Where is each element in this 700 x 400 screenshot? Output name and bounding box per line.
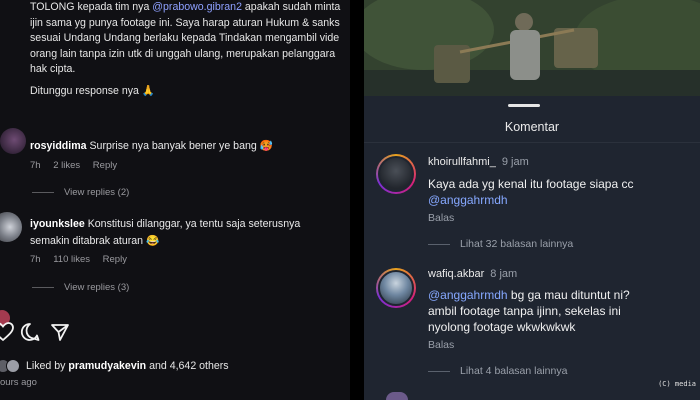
comment-body-line3: nyolong footage wkwkwkwk [428, 320, 576, 334]
avatar[interactable] [0, 212, 22, 242]
avatar-image [378, 270, 414, 306]
replies-dash [428, 370, 450, 372]
drag-handle[interactable] [508, 104, 540, 107]
caption-line: TOLONG kepada tim nya @prabowo.gibran2 a… [30, 1, 341, 13]
replies-dash [428, 243, 450, 245]
mention-link[interactable]: @anggahrmdh [428, 193, 508, 207]
reply-button[interactable]: Balas [428, 339, 454, 351]
reply-button[interactable]: Reply [93, 160, 117, 171]
comment-username[interactable]: khoirullfahmi_ [428, 156, 496, 168]
comment-header: khoirullfahmi_ 9 jam [428, 156, 529, 168]
avatar[interactable] [376, 154, 416, 194]
comment-text: rosyiddima Surprise nya banyak bener ye … [30, 139, 273, 152]
comment-time: 8 jam [490, 268, 518, 280]
comment-icon[interactable] [20, 322, 40, 342]
comment-body-line2: @anggahrmdh [428, 192, 508, 208]
view-more-replies-label: Lihat 32 balasan lainnya [460, 238, 574, 250]
avatar[interactable] [376, 268, 416, 308]
comment-time: 7h [30, 254, 41, 265]
comment-body: Kaya ada yg kenal itu footage siapa cc [428, 177, 634, 191]
view-replies-label: View replies (3) [64, 282, 130, 293]
comment-header: wafiq.akbar 8 jam [428, 268, 517, 280]
comment-text: iyounkslee Konstitusi dilanggar, ya tent… [30, 218, 300, 230]
mention-link[interactable]: @prabowo.gibran2 [152, 1, 242, 13]
sheet-divider [364, 142, 700, 143]
komentar-panel: Komentar khoirullfahmi_ 9 jam Kaya ada yg… [364, 0, 700, 400]
panel-divider [350, 0, 364, 400]
comment-body: Surprise nya banyak bener ye bang 🥵 [89, 140, 273, 152]
reply-button[interactable]: Reply [103, 254, 127, 265]
caption-closing-line: Ditunggu response nya 🙏 [30, 85, 156, 97]
caption-line: sesuai Undang Undang berlaku kepada Tind… [30, 32, 340, 44]
liked-by-text: Liked by pramudyakevin and 4,642 others [26, 360, 229, 372]
avatar[interactable] [0, 128, 26, 154]
view-more-replies-button[interactable]: Lihat 32 balasan lainnya [428, 238, 573, 250]
reply-button[interactable]: Balas [428, 212, 454, 224]
comment-body-line2: ambil footage tanpa ijinn, sekelas ini [428, 304, 621, 318]
liked-by-user[interactable]: pramudyakevin [68, 360, 146, 372]
comment-username[interactable]: rosyiddima [30, 140, 87, 152]
post-time: ours ago [0, 377, 37, 388]
caption-line: orang lain tanpa izin utk di unggah ulan… [30, 47, 336, 60]
post-action-bar [0, 322, 120, 346]
heart-icon[interactable] [0, 322, 14, 342]
replies-dash [32, 192, 54, 193]
comment-time: 7h [30, 160, 41, 171]
avatar-image [378, 156, 414, 192]
comments-sheet: Komentar khoirullfahmi_ 9 jam Kaya ada yg… [364, 96, 700, 400]
comment-meta: 7h 2 likes Reply [30, 160, 127, 171]
view-more-replies-label: Lihat 4 balasan lainnya [460, 365, 568, 377]
watermark: (C) media [658, 380, 696, 388]
liked-by-row[interactable]: Liked by pramudyakevin and 4,642 others [0, 357, 229, 375]
view-replies-label: View replies (2) [64, 187, 130, 198]
avatar [6, 359, 20, 373]
instagram-comments-panel: TOLONG kepada tim nya @prabowo.gibran2 a… [0, 0, 350, 400]
comment-username[interactable]: iyounkslee [30, 218, 85, 230]
post-caption: TOLONG kepada tim nya @prabowo.gibran2 a… [30, 0, 350, 78]
caption-line: hak cipta. [30, 63, 76, 75]
caption-line: ijin sama yg punya footage ini. Saya har… [30, 16, 340, 29]
view-more-replies-button[interactable]: Lihat 4 balasan lainnya [428, 365, 567, 377]
comment-body: Konstitusi dilanggar, ya tentu saja sete… [87, 218, 301, 230]
comment-username[interactable]: wafiq.akbar [428, 268, 484, 280]
video-preview[interactable] [364, 0, 700, 96]
view-replies-button[interactable]: View replies (3) [32, 282, 129, 293]
view-replies-button[interactable]: View replies (2) [32, 187, 129, 198]
avatar[interactable] [386, 392, 408, 400]
comment-likes[interactable]: 2 likes [53, 160, 80, 171]
sheet-title: Komentar [504, 120, 560, 134]
comment-meta: 7h 110 likes Reply [30, 254, 137, 265]
comment-body: @anggahrmdh bg ga mau dituntut ni? [428, 288, 630, 302]
farmer-carrying-baskets-image [364, 0, 700, 96]
share-icon[interactable] [50, 322, 70, 342]
replies-dash [32, 287, 54, 288]
comment-body-line2: semakin ditabrak aturan 😂 [30, 235, 160, 247]
mention-link[interactable]: @anggahrmdh [428, 288, 508, 302]
comment-likes[interactable]: 110 likes [53, 254, 90, 265]
comment-time: 9 jam [501, 156, 529, 168]
